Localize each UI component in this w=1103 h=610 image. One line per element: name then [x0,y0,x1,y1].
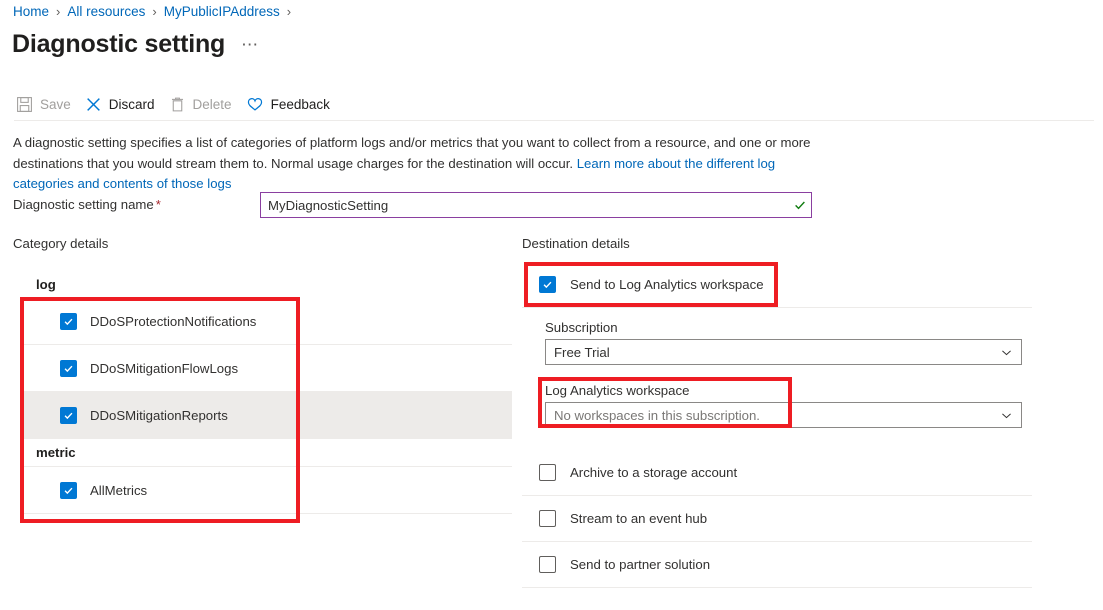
command-bar-divider [14,120,1094,121]
checkbox-ddosmitigationflowlogs[interactable] [60,360,77,377]
checkbox-allmetrics[interactable] [60,482,77,499]
feedback-heart-icon [246,95,264,113]
category-label: DDoSMitigationReports [90,408,228,423]
subscription-label: Subscription [545,320,1032,335]
send-to-partner-solution-label: Send to partner solution [570,557,710,572]
spacer [545,365,1032,383]
category-label: DDoSMitigationFlowLogs [90,361,238,376]
breadcrumb-item-mypublicipaddress[interactable]: MyPublicIPAddress [164,3,280,21]
archive-to-storage-account-label: Archive to a storage account [570,465,737,480]
breadcrumb-separator-icon: › [56,3,60,21]
diagnostic-setting-name-label: Diagnostic setting name* [13,197,161,212]
table-row[interactable]: DDoSMitigationReports [20,392,512,439]
page-header: Diagnostic setting ⋯ [12,29,259,59]
send-to-log-analytics-row[interactable]: Send to Log Analytics workspace [522,262,1032,308]
subscription-dropdown[interactable]: Free Trial [545,339,1022,365]
destination-details-heading: Destination details [522,236,630,251]
chevron-down-icon [991,409,1021,422]
diagnostic-setting-name-field[interactable] [260,192,812,218]
log-analytics-workspace-value: No workspaces in this subscription. [546,408,991,423]
category-group-log-label: log [36,277,56,292]
discard-icon [85,96,102,113]
feedback-label: Feedback [271,97,330,112]
checkbox-ddosprotectionnotifications[interactable] [60,313,77,330]
diagnostic-setting-name-input[interactable] [261,193,789,217]
save-button[interactable]: Save [14,91,83,117]
delete-button[interactable]: Delete [167,91,244,117]
breadcrumb-item-all-resources[interactable]: All resources [67,3,145,21]
checkbox-send-to-log-analytics-workspace[interactable] [539,276,556,293]
breadcrumb-separator-icon: › [152,3,156,21]
breadcrumb: Home › All resources › MyPublicIPAddress… [13,3,291,21]
stream-to-event-hub-row[interactable]: Stream to an event hub [522,496,1032,542]
command-bar: Save Discard Delete [14,91,342,117]
valid-check-icon [789,198,811,212]
category-details-heading: Category details [13,236,108,251]
send-to-partner-solution-row[interactable]: Send to partner solution [522,542,1032,588]
category-group-header-metric: metric [20,439,512,467]
discard-button[interactable]: Discard [83,91,167,117]
log-analytics-workspace-dropdown[interactable]: No workspaces in this subscription. [545,402,1022,428]
archive-to-storage-account-row[interactable]: Archive to a storage account [522,450,1032,496]
table-row[interactable]: DDoSProtectionNotifications [20,298,512,345]
category-label: AllMetrics [90,483,147,498]
destination-details-panel: Send to Log Analytics workspace Subscrip… [522,262,1032,588]
checkbox-archive-to-storage-account[interactable] [539,464,556,481]
required-marker: * [156,197,161,212]
delete-icon [169,96,186,113]
category-label: DDoSProtectionNotifications [90,314,256,329]
save-icon [16,96,33,113]
chevron-down-icon [991,346,1021,359]
log-analytics-workspace-label: Log Analytics workspace [545,383,1032,398]
description-text: A diagnostic setting specifies a list of… [13,133,813,195]
discard-label: Discard [109,97,155,112]
feedback-button[interactable]: Feedback [244,91,342,117]
category-details-table: log DDoSProtectionNotifications DDoSMiti… [20,270,512,514]
breadcrumb-item-home[interactable]: Home [13,3,49,21]
save-label: Save [40,97,71,112]
table-row[interactable]: DDoSMitigationFlowLogs [20,345,512,392]
breadcrumb-separator-icon: › [287,3,291,21]
diagnostic-setting-name-label-text: Diagnostic setting name [13,197,154,212]
page-title: Diagnostic setting [12,29,225,59]
delete-label: Delete [193,97,232,112]
send-to-log-analytics-label: Send to Log Analytics workspace [570,277,764,292]
category-group-header-log: log [20,270,512,298]
checkbox-ddosmitigationreports[interactable] [60,407,77,424]
more-options-icon[interactable]: ⋯ [241,35,259,59]
checkbox-send-to-partner-solution[interactable] [539,556,556,573]
stream-to-event-hub-label: Stream to an event hub [570,511,707,526]
table-row[interactable]: AllMetrics [20,467,512,514]
category-group-metric-label: metric [36,445,76,460]
diagnostic-setting-page: Home › All resources › MyPublicIPAddress… [0,0,1103,610]
subscription-value: Free Trial [546,345,991,360]
log-analytics-settings: Subscription Free Trial Log Analytics wo… [522,308,1032,450]
checkbox-stream-to-event-hub[interactable] [539,510,556,527]
spacer [545,428,1032,446]
